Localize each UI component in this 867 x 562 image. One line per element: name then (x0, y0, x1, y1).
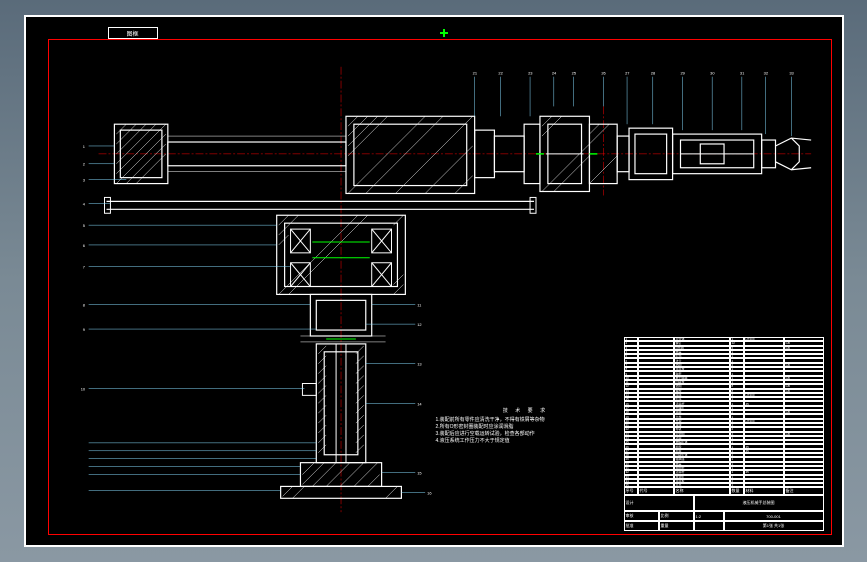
header-note: 备注 (784, 487, 824, 495)
title-tab: 图框 (108, 27, 158, 39)
svg-text:23: 23 (528, 71, 533, 76)
svg-text:27: 27 (625, 71, 629, 76)
svg-text:33: 33 (789, 71, 794, 76)
svg-text:3: 3 (82, 178, 85, 183)
svg-text:12: 12 (417, 322, 421, 327)
svg-text:32: 32 (763, 71, 767, 76)
notes-line: 1.装配前所有零件应清洗干净，不得有铁屑等杂物 (436, 417, 616, 424)
svg-text:11: 11 (417, 302, 421, 307)
tb-check-label: 审核 (624, 511, 659, 521)
svg-text:7: 7 (82, 265, 84, 270)
notes-line: 2.所有O形密封圈装配时应涂润滑脂 (436, 424, 616, 431)
svg-text:30: 30 (710, 71, 715, 76)
tb-approve-label: 批准 (624, 521, 659, 531)
header-name: 名称 (674, 487, 730, 495)
svg-text:21: 21 (472, 71, 476, 76)
tb-weight-val (694, 521, 724, 531)
notes-line: 3.装配后应进行空载运转试验，检查各部动作 (436, 431, 616, 438)
svg-text:15: 15 (417, 471, 422, 476)
svg-text:8: 8 (82, 302, 85, 307)
title-block: 35手爪134连接板233夹紧缸132活塞杆14531导向套130端盖129轴承… (624, 337, 824, 527)
svg-text:14: 14 (417, 401, 422, 406)
svg-text:26: 26 (601, 71, 606, 76)
svg-text:24: 24 (551, 71, 556, 76)
parts-header-row: 序号 代号 名称 数量 材料 备注 (624, 487, 824, 495)
svg-text:16: 16 (427, 490, 432, 495)
header-mat: 材料 (744, 487, 784, 495)
tb-drawing-name: 液压机械手总装图 (694, 495, 824, 511)
cad-viewport-frame: 图框 (24, 15, 844, 547)
tb-design-label: 设计 (624, 495, 694, 511)
svg-text:6: 6 (82, 243, 85, 248)
svg-text:4: 4 (82, 201, 85, 206)
tb-scale-val: 1:2 (694, 511, 724, 521)
svg-text:13: 13 (417, 362, 422, 367)
header-num: 序号 (624, 487, 638, 495)
center-mark-icon (440, 29, 448, 37)
parts-list: 35手爪134连接板233夹紧缸132活塞杆14531导向套130端盖129轴承… (624, 337, 824, 487)
notes-heading: 技 术 要 求 (436, 408, 616, 415)
tb-sheet-info: 第1张 共1张 (724, 521, 824, 531)
svg-text:25: 25 (571, 71, 576, 76)
svg-text:5: 5 (82, 223, 85, 228)
header-code: 代号 (638, 487, 674, 495)
tb-drawing-number: 700-001 (724, 511, 824, 521)
svg-text:9: 9 (82, 327, 84, 332)
header-qty: 数量 (730, 487, 744, 495)
notes-line: 4.液压系统工作压力不大于规定值 (436, 438, 616, 445)
svg-text:1: 1 (82, 144, 84, 149)
svg-text:28: 28 (650, 71, 655, 76)
tb-scale-label: 比例 (659, 511, 694, 521)
svg-text:10: 10 (80, 386, 85, 391)
tb-weight-label: 重量 (659, 521, 694, 531)
svg-text:2: 2 (82, 162, 84, 167)
svg-text:29: 29 (680, 71, 684, 76)
technical-notes: 技 术 要 求 1.装配前所有零件应清洗干净，不得有铁屑等杂物 2.所有O形密封… (436, 408, 616, 445)
svg-text:31: 31 (739, 71, 743, 76)
svg-text:22: 22 (498, 71, 502, 76)
